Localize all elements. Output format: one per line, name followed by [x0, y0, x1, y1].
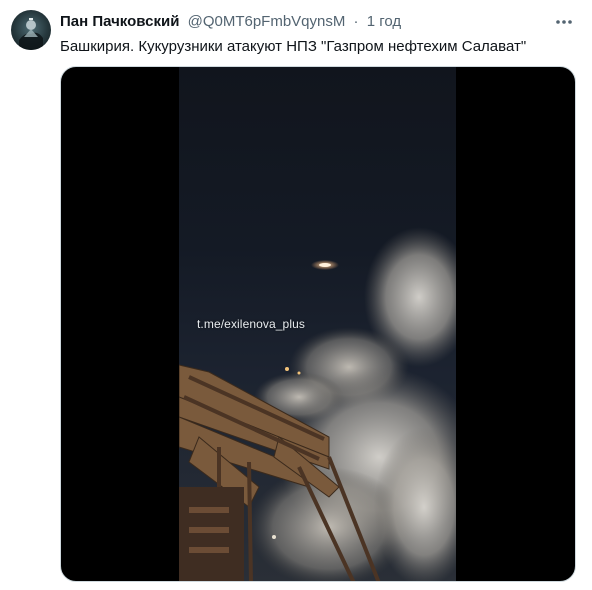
more-options-button[interactable]	[554, 13, 574, 31]
display-name[interactable]: Пан Пачковский	[60, 13, 179, 30]
user-handle[interactable]: @Q0MT6pFmbVqynsM	[188, 13, 346, 30]
timestamp[interactable]: 1 год	[367, 13, 401, 30]
video-watermark: t.me/exilenova_plus	[197, 317, 305, 331]
more-dots-icon	[556, 20, 572, 24]
tweet-card: Пан Пачковский @Q0MT6pFmbVqynsM · 1 год …	[0, 0, 592, 590]
avatar-figure-icon	[19, 18, 43, 50]
separator-dot: ·	[353, 13, 359, 30]
video-frame: t.me/exilenova_plus	[179, 67, 456, 581]
avatar[interactable]	[11, 10, 51, 50]
media-video[interactable]: t.me/exilenova_plus	[60, 66, 576, 582]
tweet-text: Башкирия. Кукурузники атакуют НПЗ "Газпр…	[60, 38, 527, 55]
tweet-header: Пан Пачковский @Q0MT6pFmbVqynsM · 1 год	[60, 13, 401, 31]
